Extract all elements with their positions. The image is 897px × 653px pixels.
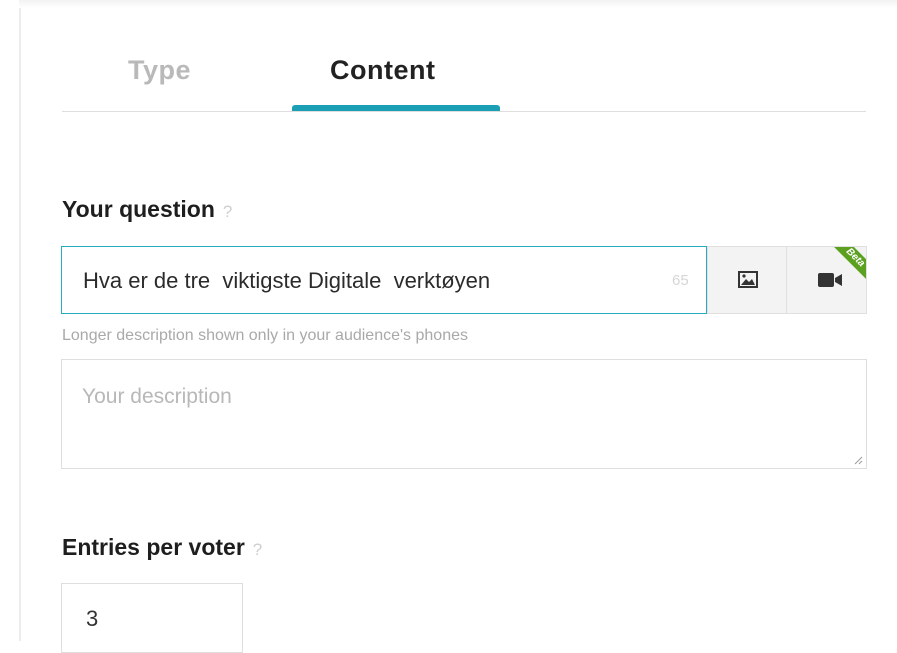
add-video-button[interactable]: Beta [786, 246, 867, 314]
editor-tabs: Type Content [62, 40, 866, 112]
question-editor-panel: Type Content Your question? Hva er de tr… [0, 0, 897, 653]
tab-type[interactable]: Type [128, 55, 191, 86]
description-placeholder: Your description [82, 385, 232, 408]
entries-per-voter-value: 3 [86, 606, 99, 631]
panel-top-border [19, 0, 897, 8]
panel-left-border [19, 0, 21, 641]
tab-content[interactable]: Content [330, 55, 435, 86]
entries-per-voter-input[interactable]: 3 [61, 583, 243, 653]
question-input-value: Hva er de tre viktigste Digitale verktøy… [83, 268, 491, 293]
character-counter: 65 [672, 272, 689, 289]
tabs-divider [62, 111, 866, 112]
question-label-text: Your question [62, 196, 215, 222]
add-image-button[interactable] [707, 246, 787, 314]
question-input[interactable]: Hva er de tre viktigste Digitale verktøy… [61, 246, 707, 314]
video-camera-icon [818, 273, 842, 287]
entries-help-icon[interactable]: ? [253, 540, 262, 559]
description-hint: Longer description shown only in your au… [62, 327, 468, 344]
active-tab-indicator [292, 105, 500, 111]
image-icon [738, 271, 758, 288]
resize-handle-icon[interactable] [854, 456, 863, 465]
description-textarea[interactable]: Your description [61, 359, 867, 469]
entries-label: Entries per voter? [62, 534, 262, 561]
entries-label-text: Entries per voter [62, 534, 245, 560]
question-help-icon[interactable]: ? [223, 202, 232, 221]
question-label: Your question? [62, 196, 232, 223]
